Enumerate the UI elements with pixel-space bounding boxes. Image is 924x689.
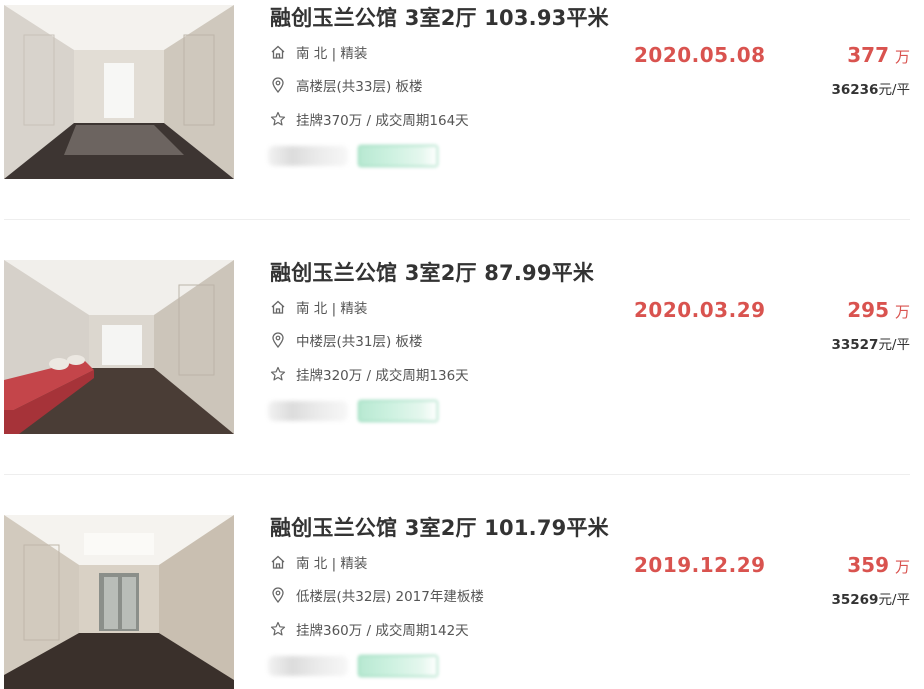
floor-info-text: 低楼层(共32层) 2017年建板楼 — [296, 589, 484, 605]
floor-info-row: 中楼层(共31层) 板楼 — [270, 330, 423, 350]
blurred-tags — [268, 144, 438, 168]
total-price-unit: 万 — [894, 558, 910, 576]
location-pin-icon — [270, 332, 286, 348]
listing-photo[interactable] — [4, 5, 234, 179]
house-icon — [270, 44, 286, 60]
blurred-tags — [268, 399, 438, 423]
deal-date: 2020.05.08 — [634, 43, 766, 67]
total-price: 377 万 — [847, 43, 910, 67]
deal-info-row: 挂牌360万 / 成交周期142天 — [270, 619, 469, 639]
unit-price: 36236元/平 — [831, 78, 910, 98]
blurred-agent-tag — [268, 146, 348, 166]
total-price-value: 359 — [847, 553, 889, 577]
unit-price-value: 35269 — [831, 592, 879, 608]
listing-card[interactable]: 融创玉兰公馆 3室2厅 101.79平米 南 北 | 精装 低楼层(共32层) … — [0, 510, 924, 689]
unit-price-suffix: 元/平 — [878, 592, 910, 608]
deal-info-row: 挂牌320万 / 成交周期136天 — [270, 364, 469, 384]
star-icon — [270, 621, 286, 637]
house-info-text: 南 北 | 精装 — [296, 556, 368, 572]
blurred-agent-tag — [268, 401, 348, 421]
blurred-feature-tag — [358, 400, 438, 422]
star-icon — [270, 366, 286, 382]
house-info-row: 南 北 | 精装 — [270, 42, 367, 62]
deal-info-text: 挂牌370万 / 成交周期164天 — [296, 113, 469, 129]
floor-info-row: 高楼层(共33层) 板楼 — [270, 75, 423, 95]
house-info-row: 南 北 | 精装 — [270, 552, 367, 572]
location-pin-icon — [270, 587, 286, 603]
floor-info-text: 高楼层(共33层) 板楼 — [296, 79, 423, 95]
listing-photo[interactable] — [4, 260, 234, 434]
floor-info-text: 中楼层(共31层) 板楼 — [296, 334, 423, 350]
total-price-unit: 万 — [894, 303, 910, 321]
listing-title[interactable]: 融创玉兰公馆 3室2厅 87.99平米 — [270, 257, 594, 287]
star-icon — [270, 111, 286, 127]
deal-info-text: 挂牌320万 / 成交周期136天 — [296, 368, 469, 384]
total-price: 295 万 — [847, 298, 910, 322]
deal-date: 2020.03.29 — [634, 298, 766, 322]
listing-title[interactable]: 融创玉兰公馆 3室2厅 103.93平米 — [270, 2, 609, 32]
room-photo-image — [4, 5, 234, 179]
room-photo-image — [4, 515, 234, 689]
listing-card[interactable]: 融创玉兰公馆 3室2厅 87.99平米 南 北 | 精装 中楼层(共31层) 板… — [0, 255, 924, 465]
total-price: 359 万 — [847, 553, 910, 577]
listing-card[interactable]: 融创玉兰公馆 3室2厅 103.93平米 南 北 | 精装 高楼层(共33层) … — [0, 0, 924, 210]
room-photo-image — [4, 260, 234, 434]
location-pin-icon — [270, 77, 286, 93]
total-price-value: 295 — [847, 298, 889, 322]
unit-price-suffix: 元/平 — [878, 337, 910, 353]
deal-info-row: 挂牌370万 / 成交周期164天 — [270, 109, 469, 129]
deal-date: 2019.12.29 — [634, 553, 766, 577]
blurred-agent-tag — [268, 656, 348, 676]
house-icon — [270, 299, 286, 315]
blurred-feature-tag — [358, 145, 438, 167]
total-price-unit: 万 — [894, 48, 910, 66]
house-info-row: 南 北 | 精装 — [270, 297, 367, 317]
listing-divider — [4, 474, 910, 475]
unit-price-suffix: 元/平 — [878, 82, 910, 98]
unit-price-value: 36236 — [831, 82, 879, 98]
floor-info-row: 低楼层(共32层) 2017年建板楼 — [270, 585, 484, 605]
listing-divider — [4, 219, 910, 220]
listing-photo[interactable] — [4, 515, 234, 689]
unit-price: 33527元/平 — [831, 333, 910, 353]
listing-title[interactable]: 融创玉兰公馆 3室2厅 101.79平米 — [270, 512, 609, 542]
blurred-tags — [268, 654, 438, 678]
unit-price: 35269元/平 — [831, 588, 910, 608]
deal-info-text: 挂牌360万 / 成交周期142天 — [296, 623, 469, 639]
blurred-feature-tag — [358, 655, 438, 677]
house-icon — [270, 554, 286, 570]
total-price-value: 377 — [847, 43, 889, 67]
house-info-text: 南 北 | 精装 — [296, 46, 368, 62]
house-info-text: 南 北 | 精装 — [296, 301, 368, 317]
unit-price-value: 33527 — [831, 337, 879, 353]
